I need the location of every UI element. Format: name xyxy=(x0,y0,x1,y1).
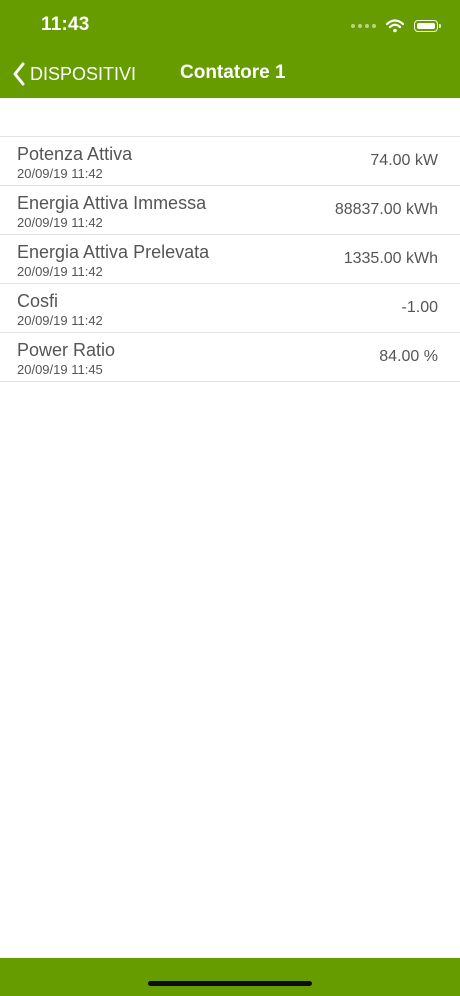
item-title: Potenza Attiva xyxy=(17,144,133,164)
screen: 11:43 DISPOSITIVI Contatore 1 Potenza At… xyxy=(0,0,460,996)
list-item[interactable]: Power Ratio 20/09/19 11:45 84.00 % xyxy=(0,333,460,382)
item-value: 1335.00 kWh xyxy=(343,250,438,267)
item-timestamp: 20/09/19 11:42 xyxy=(17,215,103,230)
list-item[interactable]: Energia Attiva Immessa 20/09/19 11:42 88… xyxy=(0,186,460,235)
item-timestamp: 20/09/19 11:42 xyxy=(17,264,103,279)
item-value: 88837.00 kWh xyxy=(334,201,438,218)
wifi-icon xyxy=(386,19,404,33)
item-timestamp: 20/09/19 11:45 xyxy=(17,362,103,377)
cellular-signal-icon xyxy=(351,24,376,28)
header: 11:43 DISPOSITIVI Contatore 1 xyxy=(0,0,460,98)
battery-icon xyxy=(414,20,441,32)
list-item[interactable]: Energia Attiva Prelevata 20/09/19 11:42 … xyxy=(0,235,460,284)
list-item[interactable]: Cosfi 20/09/19 11:42 -1.00 xyxy=(0,284,460,333)
measurement-list: Potenza Attiva 20/09/19 11:42 74.00 kW E… xyxy=(0,136,460,382)
status-icons xyxy=(351,16,441,36)
item-value: 84.00 % xyxy=(379,348,438,365)
item-timestamp: 20/09/19 11:42 xyxy=(17,313,103,328)
status-time: 11:43 xyxy=(41,14,90,35)
item-value: 74.00 kW xyxy=(370,152,438,169)
item-value: -1.00 xyxy=(401,299,438,316)
item-title: Power Ratio xyxy=(17,340,116,360)
chevron-left-icon xyxy=(13,62,25,86)
item-title: Energia Attiva Immessa xyxy=(17,193,207,213)
back-label: DISPOSITIVI xyxy=(30,63,137,84)
home-indicator[interactable] xyxy=(148,981,312,986)
back-button[interactable]: DISPOSITIVI xyxy=(12,59,136,89)
item-title: Energia Attiva Prelevata xyxy=(17,242,210,262)
bottom-bar xyxy=(0,958,460,996)
list-item[interactable]: Potenza Attiva 20/09/19 11:42 74.00 kW xyxy=(0,137,460,186)
item-title: Cosfi xyxy=(17,291,59,311)
page-title: Contatore 1 xyxy=(180,62,286,83)
item-timestamp: 20/09/19 11:42 xyxy=(17,166,103,181)
